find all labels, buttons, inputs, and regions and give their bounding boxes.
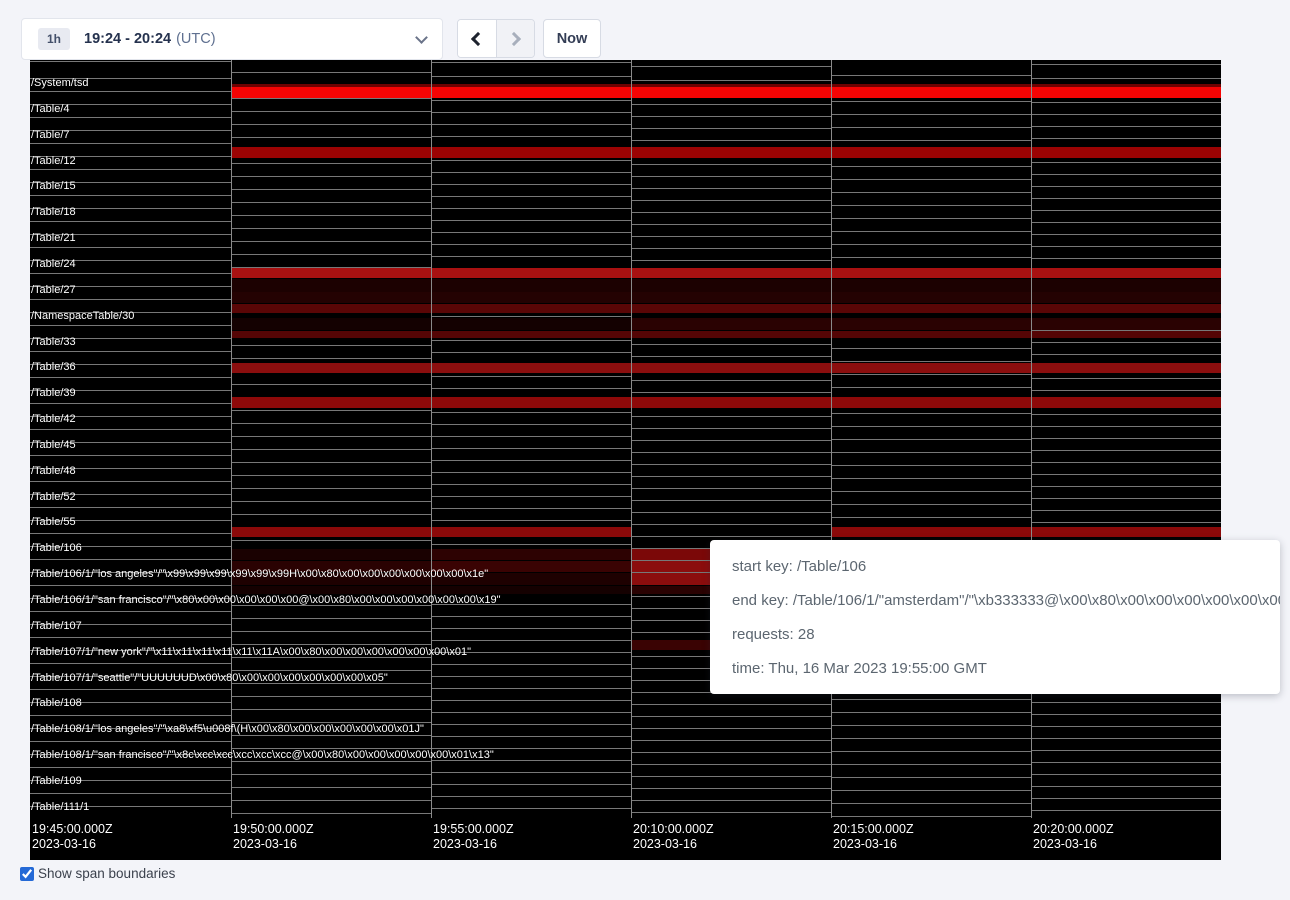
time-range-selector[interactable]: 1h 19:24 - 20:24 (UTC) xyxy=(21,18,443,60)
chevron-down-icon xyxy=(415,31,428,44)
row-label: /Table/107/1/"seattle"/"UUUUUUD\x00\x80\… xyxy=(31,672,388,684)
range-timezone: (UTC) xyxy=(176,31,215,47)
heatmap-column xyxy=(231,60,431,818)
row-label: /Table/21 xyxy=(31,232,76,244)
heatmap-band xyxy=(231,331,1221,338)
row-label: /Table/7 xyxy=(31,129,70,141)
key-visualizer-page: 1h 19:24 - 20:24 (UTC) Now /System/tsd/T… xyxy=(0,0,1290,900)
heatmap-band xyxy=(231,268,1221,278)
time-bucket-gridline xyxy=(231,60,232,818)
row-label: /Table/52 xyxy=(31,491,76,503)
heatmap-column xyxy=(1031,60,1221,818)
row-label: /Table/42 xyxy=(31,413,76,425)
row-label: /System/tsd xyxy=(31,77,88,89)
row-label: /Table/39 xyxy=(31,387,76,399)
row-label: /Table/18 xyxy=(31,206,76,218)
prev-time-button[interactable] xyxy=(458,20,496,57)
row-label: /Table/27 xyxy=(31,284,76,296)
footer: Show span boundaries xyxy=(20,866,175,881)
hover-tooltip: start key: /Table/106 end key: /Table/10… xyxy=(710,540,1280,694)
heatmap-band xyxy=(231,363,1221,373)
x-axis-label: 19:50:00.000Z2023-03-16 xyxy=(233,822,314,852)
row-label: /Table/55 xyxy=(31,516,76,528)
x-axis-label: 20:15:00.000Z2023-03-16 xyxy=(833,822,914,852)
heatmap-band xyxy=(231,549,431,560)
time-bucket-gridline xyxy=(631,60,632,818)
next-time-button[interactable] xyxy=(496,20,534,57)
row-label: /Table/36 xyxy=(31,361,76,373)
row-label: /Table/48 xyxy=(31,465,76,477)
key-visualizer-heatmap[interactable]: /System/tsd/Table/4/Table/7/Table/12/Tab… xyxy=(30,60,1221,860)
range-label: 19:24 - 20:24 xyxy=(84,31,171,47)
row-label: /Table/12 xyxy=(31,155,76,167)
time-nav-group xyxy=(457,19,535,58)
heatmap-band xyxy=(831,527,1221,537)
row-label: /Table/106/1/"san francisco"/"\x80\x00\x… xyxy=(31,594,501,606)
chevron-right-icon xyxy=(507,31,521,45)
tooltip-requests: requests: 28 xyxy=(732,618,1258,652)
x-axis-label: 20:10:00.000Z2023-03-16 xyxy=(633,822,714,852)
show-span-boundaries-label: Show span boundaries xyxy=(38,866,175,881)
tooltip-end-key: end key: /Table/106/1/"amsterdam"/"\xb33… xyxy=(732,584,1258,618)
now-button[interactable]: Now xyxy=(543,19,601,58)
row-label: /Table/15 xyxy=(31,180,76,192)
heatmap-band xyxy=(231,87,1221,98)
row-label: /Table/106 xyxy=(31,542,82,554)
heatmap-band xyxy=(631,318,1221,330)
heatmap-band xyxy=(231,147,1221,158)
chevron-left-icon xyxy=(471,31,485,45)
row-label: /NamespaceTable/30 xyxy=(31,310,134,322)
x-axis-label: 20:20:00.000Z2023-03-16 xyxy=(1033,822,1114,852)
row-label: /Table/45 xyxy=(31,439,76,451)
time-bucket-gridline xyxy=(831,60,832,818)
x-axis-label: 19:55:00.000Z2023-03-16 xyxy=(433,822,514,852)
heatmap-band xyxy=(231,279,1221,292)
row-label: /Table/108 xyxy=(31,697,82,709)
show-span-boundaries-checkbox[interactable] xyxy=(20,867,34,881)
row-label: /Table/107/1/"new york"/"\x11\x11\x11\x1… xyxy=(31,646,471,658)
row-label: /Table/108/1/"los angeles"/"\xa8\xf5\u00… xyxy=(31,723,424,735)
tooltip-start-key: start key: /Table/106 xyxy=(732,550,1258,584)
row-label: /Table/107 xyxy=(31,620,82,632)
row-label: /Table/111/1 xyxy=(31,801,89,813)
heatmap-band xyxy=(231,292,1221,303)
row-label: /Table/33 xyxy=(31,336,76,348)
heatmap-band xyxy=(431,549,631,560)
row-label: /Table/106/1/"los angeles"/"\x99\x99\x99… xyxy=(31,568,488,580)
row-label: /Table/108/1/"san francisco"/"\x8c\xcc\x… xyxy=(31,749,494,761)
time-bucket-gridline xyxy=(1031,60,1032,818)
toolbar: 1h 19:24 - 20:24 (UTC) Now xyxy=(0,0,1290,60)
x-axis-label: 19:45:00.000Z2023-03-16 xyxy=(32,822,113,852)
row-label: /Table/4 xyxy=(31,103,70,115)
heatmap-column xyxy=(831,60,1031,818)
range-duration-chip: 1h xyxy=(38,28,70,50)
heatmap-band xyxy=(231,397,1221,408)
tooltip-time: time: Thu, 16 Mar 2023 19:55:00 GMT xyxy=(732,652,1258,686)
row-label: /Table/109 xyxy=(31,775,82,787)
row-label: /Table/24 xyxy=(31,258,76,270)
heatmap-column xyxy=(631,60,831,818)
heatmap-band xyxy=(231,304,1221,313)
heatmap-column xyxy=(431,60,631,818)
time-bucket-gridline xyxy=(431,60,432,818)
